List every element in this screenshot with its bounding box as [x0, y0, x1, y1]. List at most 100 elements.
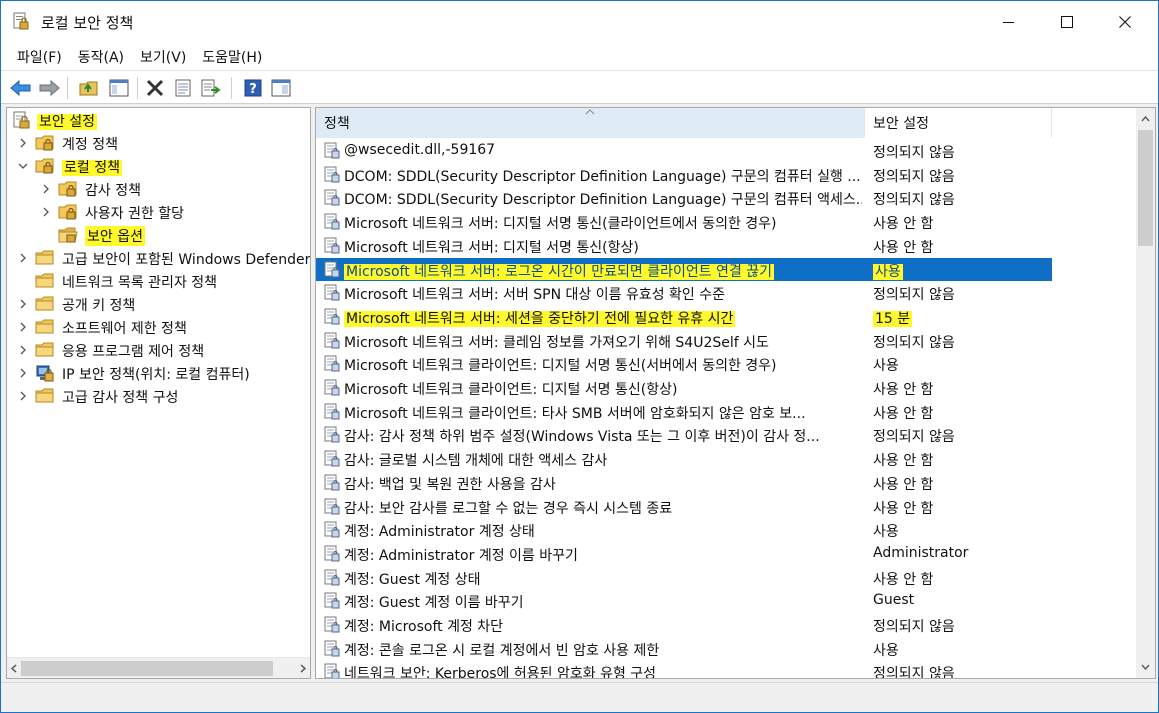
table-row[interactable]: 감사: 글로벌 시스템 개체에 대한 액세스 감사 사용 안 함 [316, 447, 1052, 470]
table-row[interactable]: Microsoft 네트워크 서버: 디지털 서명 통신(항상) 사용 안 함 [316, 234, 1052, 257]
scroll-down-icon[interactable] [1141, 663, 1150, 671]
table-row[interactable]: 감사: 감사 정책 하위 범주 설정(Windows Vista 또는 그 이후… [316, 423, 1052, 446]
table-row[interactable]: 계정: 콘솔 로그온 시 로컬 계정에서 빈 암호 사용 제한 사용 [316, 637, 1052, 660]
tree-item[interactable]: IP 보안 정책(위치: 로컬 컴퓨터) [7, 362, 310, 385]
sort-ascending-icon [585, 109, 595, 115]
menu-action[interactable]: 동작(A) [70, 47, 132, 67]
column-header-setting-label: 보안 설정 [873, 116, 929, 132]
table-row[interactable]: 감사: 보안 감사를 로그할 수 없는 경우 즉시 시스템 종료 사용 안 함 [316, 495, 1052, 518]
chevron-right-icon[interactable] [17, 390, 29, 402]
tree-item[interactable]: 사용자 권한 할당 [7, 201, 310, 224]
up-folder-button[interactable] [77, 77, 101, 99]
column-header-policy[interactable]: 정책 [316, 108, 865, 138]
tree-item[interactable]: 보안 옵션 [7, 224, 310, 247]
tree-item[interactable]: 고급 보안이 포함된 Windows Defender 방화벽 [7, 247, 310, 270]
policy-icon [324, 498, 340, 515]
maximize-button[interactable] [1038, 1, 1096, 43]
table-row[interactable]: Microsoft 네트워크 서버: 디지털 서명 통신(클라이언트에서 동의한… [316, 210, 1052, 233]
policy-icon [324, 355, 340, 372]
tree-item[interactable]: 공개 키 정책 [7, 293, 310, 316]
tree-horizontal-scroll-thumb[interactable] [21, 661, 273, 676]
table-row[interactable]: 네트워크 보안: Kerberos에 허용된 암호화 유형 구성 정의되지 않음 [316, 660, 1052, 678]
scroll-right-icon[interactable] [299, 664, 307, 673]
tree-horizontal-scrollbar[interactable] [7, 657, 310, 678]
policy-name: 계정: Guest 계정 이름 바꾸기 [344, 595, 524, 612]
tree-item[interactable]: 고급 감사 정책 구성 [7, 385, 310, 408]
security-setting-value: 사용 안 함 [873, 476, 934, 493]
table-row[interactable]: 계정: Guest 계정 상태 사용 안 함 [316, 566, 1052, 589]
help-icon: ? [244, 79, 262, 97]
tree-item[interactable]: 네트워크 목록 관리자 정책 [7, 270, 310, 293]
policy-list-pane[interactable]: 정책 보안 설정 @wsecedit.dll,-59167 정의되지 않음 DCOM… [315, 107, 1156, 679]
policy-icon [324, 403, 340, 420]
console-icon [271, 79, 291, 97]
column-header-security-setting[interactable]: 보안 설정 [865, 108, 1052, 138]
list-vertical-scroll-thumb[interactable] [1138, 130, 1153, 246]
chevron-right-icon[interactable] [40, 183, 52, 195]
properties-button[interactable] [171, 77, 195, 99]
table-row[interactable]: Microsoft 네트워크 클라이언트: 디지털 서명 통신(서버에서 동의한… [316, 352, 1052, 375]
menu-view[interactable]: 보기(V) [132, 47, 194, 67]
table-row[interactable]: @wsecedit.dll,-59167 정의되지 않음 [316, 139, 1052, 162]
table-row[interactable]: Microsoft 네트워크 서버: 클레임 정보를 가져오기 위해 S4U2S… [316, 329, 1052, 352]
back-icon [10, 80, 31, 96]
table-row[interactable]: 계정: Guest 계정 이름 바꾸기 Guest [316, 589, 1052, 612]
list-vertical-scrollbar[interactable] [1136, 108, 1155, 678]
tree-item[interactable]: 보안 설정 [7, 109, 310, 132]
locked-folder-icon [58, 180, 78, 198]
scroll-up-icon[interactable] [1141, 115, 1150, 123]
policy-icon [324, 474, 340, 491]
policy-icon [324, 450, 340, 467]
column-header-policy-label: 정책 [324, 116, 350, 132]
tree-item[interactable]: 소프트웨어 제한 정책 [7, 316, 310, 339]
table-row[interactable]: 계정: Administrator 계정 상태 사용 [316, 518, 1052, 541]
minimize-button[interactable] [980, 1, 1038, 43]
delete-button[interactable] [143, 77, 167, 99]
security-setting-value: Administrator [873, 544, 969, 561]
console-tree-pane[interactable]: 보안 설정 계정 정책 로컬 정책 감사 정책 사용자 권한 할당 보안 옵션 고급 보안이… [6, 107, 311, 679]
security-setting-value: 사용 [873, 263, 903, 280]
policy-name: Microsoft 네트워크 서버: 세션을 중단하기 전에 필요한 유휴 시간 [344, 310, 736, 327]
scroll-left-icon[interactable] [10, 664, 18, 673]
menu-file[interactable]: 파일(F) [9, 47, 70, 67]
table-row[interactable]: Microsoft 네트워크 서버: 로그온 시간이 만료되면 클라이언트 연결… [316, 257, 1052, 281]
tree-item[interactable]: 감사 정책 [7, 178, 310, 201]
table-row[interactable]: DCOM: SDDL(Security Descriptor Definitio… [316, 163, 1052, 186]
table-row[interactable]: Microsoft 네트워크 서버: 서버 SPN 대상 이름 유효성 확인 수… [316, 281, 1052, 304]
policy-icon [324, 545, 340, 562]
table-row[interactable]: Microsoft 네트워크 클라이언트: 디지털 서명 통신(항상) 사용 안 … [316, 376, 1052, 399]
tree-item[interactable]: 로컬 정책 [7, 155, 310, 178]
console-tree-button[interactable] [269, 77, 293, 99]
close-button[interactable] [1096, 1, 1154, 43]
chevron-right-icon[interactable] [17, 367, 29, 379]
table-row[interactable]: 감사: 백업 및 복원 권한 사용을 감사 사용 안 함 [316, 471, 1052, 494]
chevron-right-icon[interactable] [17, 298, 29, 310]
title-bar[interactable]: 로컬 보안 정책 [1, 1, 1158, 43]
tree-item[interactable]: 계정 정책 [7, 132, 310, 155]
chevron-right-icon[interactable] [17, 321, 29, 333]
chevron-down-icon[interactable] [17, 160, 29, 172]
security-setting-value: 사용 [873, 524, 899, 541]
show-hide-tree-button[interactable] [107, 77, 131, 99]
back-button[interactable] [9, 77, 33, 99]
chevron-right-icon[interactable] [40, 206, 52, 218]
security-setting-value: 15 분 [873, 310, 913, 327]
help-button[interactable]: ? [241, 77, 265, 99]
policy-name: Microsoft 네트워크 서버: 디지털 서명 통신(항상) [344, 239, 639, 256]
menu-help[interactable]: 도움말(H) [194, 47, 270, 67]
table-row[interactable]: Microsoft 네트워크 클라이언트: 타사 SMB 서버에 암호화되지 않… [316, 400, 1052, 423]
chevron-right-icon[interactable] [17, 252, 29, 264]
policy-icon [324, 640, 340, 657]
policy-name: Microsoft 네트워크 서버: 로그온 시간이 만료되면 클라이언트 연결… [344, 263, 775, 280]
table-row[interactable]: 계정: Microsoft 계정 차단 정의되지 않음 [316, 613, 1052, 636]
policy-name: Microsoft 네트워크 서버: 서버 SPN 대상 이름 유효성 확인 수… [344, 287, 726, 304]
export-list-button[interactable] [199, 77, 223, 99]
chevron-right-icon[interactable] [17, 137, 29, 149]
table-row[interactable]: 계정: Administrator 계정 이름 바꾸기 Administrator [316, 542, 1052, 565]
table-row[interactable]: Microsoft 네트워크 서버: 세션을 중단하기 전에 필요한 유휴 시간… [316, 305, 1052, 328]
policy-name: 감사: 백업 및 복원 권한 사용을 감사 [344, 476, 556, 493]
chevron-right-icon[interactable] [17, 344, 29, 356]
tree-item[interactable]: 응용 프로그램 제어 정책 [7, 339, 310, 362]
forward-button[interactable] [37, 77, 61, 99]
table-row[interactable]: DCOM: SDDL(Security Descriptor Definitio… [316, 186, 1052, 209]
